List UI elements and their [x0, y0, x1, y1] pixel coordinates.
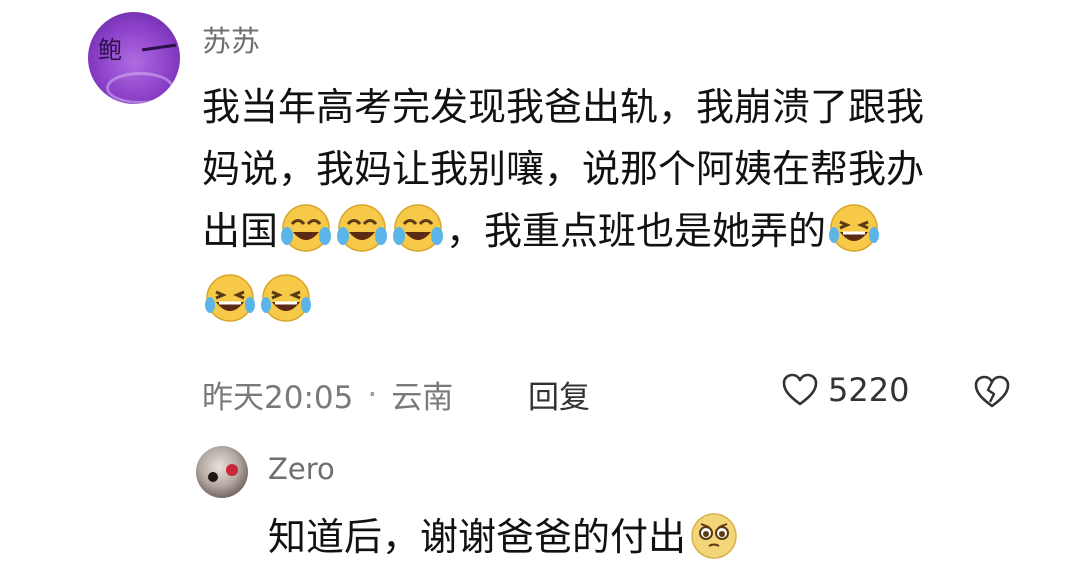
- pleading-face-emoji: [688, 508, 740, 560]
- comment-content: 我当年高考完发现我爸出轨，我崩溃了跟我 妈说，我妈让我别嚷，说那个阿姨在帮我办 …: [202, 76, 1022, 340]
- comment-meta: 昨天20:05 · 云南: [202, 372, 453, 417]
- comment-text-line: 妈说，我妈让我别嚷，说那个阿姨在帮我办: [202, 147, 925, 191]
- avatar[interactable]: 鲍: [88, 12, 180, 104]
- tears-of-joy-emoji: [392, 202, 444, 254]
- avatar-decoration: [106, 72, 174, 104]
- comment-text-fragment: ，我重点班也是她弄的: [446, 209, 827, 253]
- tears-of-joy-emoji: [280, 202, 332, 254]
- reply-text: 知道后，谢谢爸爸的付出: [268, 515, 687, 559]
- comment-text-fragment: 出国: [202, 209, 279, 253]
- like-count: 5220: [828, 371, 910, 409]
- avatar-decoration: [208, 472, 218, 482]
- reply-username[interactable]: Zero: [268, 452, 335, 486]
- reply-button[interactable]: 回复: [528, 372, 590, 417]
- comment-username[interactable]: 苏苏: [202, 18, 260, 60]
- heart-outline-icon: [782, 373, 818, 406]
- emoji-row: [202, 262, 1022, 340]
- comment-location: 云南: [391, 380, 454, 416]
- meta-separator: ·: [367, 376, 378, 413]
- grinning-laugh-emoji: [260, 272, 312, 324]
- avatar-decoration: [226, 464, 238, 476]
- avatar-decoration: [141, 43, 177, 52]
- avatar[interactable]: [196, 446, 248, 498]
- comment-text-line: 我当年高考完发现我爸出轨，我崩溃了跟我: [202, 85, 925, 129]
- reply-content: 知道后，谢谢爸爸的付出: [268, 506, 742, 568]
- comment-timestamp: 昨天20:05: [202, 380, 354, 416]
- comment-text-line: 出国 ，我重点班也是她弄的: [202, 200, 1022, 262]
- like-button[interactable]: 5220: [780, 370, 909, 410]
- grinning-laugh-emoji: [204, 272, 256, 324]
- grinning-laugh-emoji: [828, 202, 880, 254]
- comment-thread: 鲍 苏苏 我当年高考完发现我爸出轨，我崩溃了跟我 妈说，我妈让我别嚷，说那个阿姨…: [0, 0, 1068, 580]
- avatar-text: 鲍: [98, 36, 123, 64]
- broken-heart-icon[interactable]: [972, 372, 1012, 412]
- tears-of-joy-emoji: [336, 202, 388, 254]
